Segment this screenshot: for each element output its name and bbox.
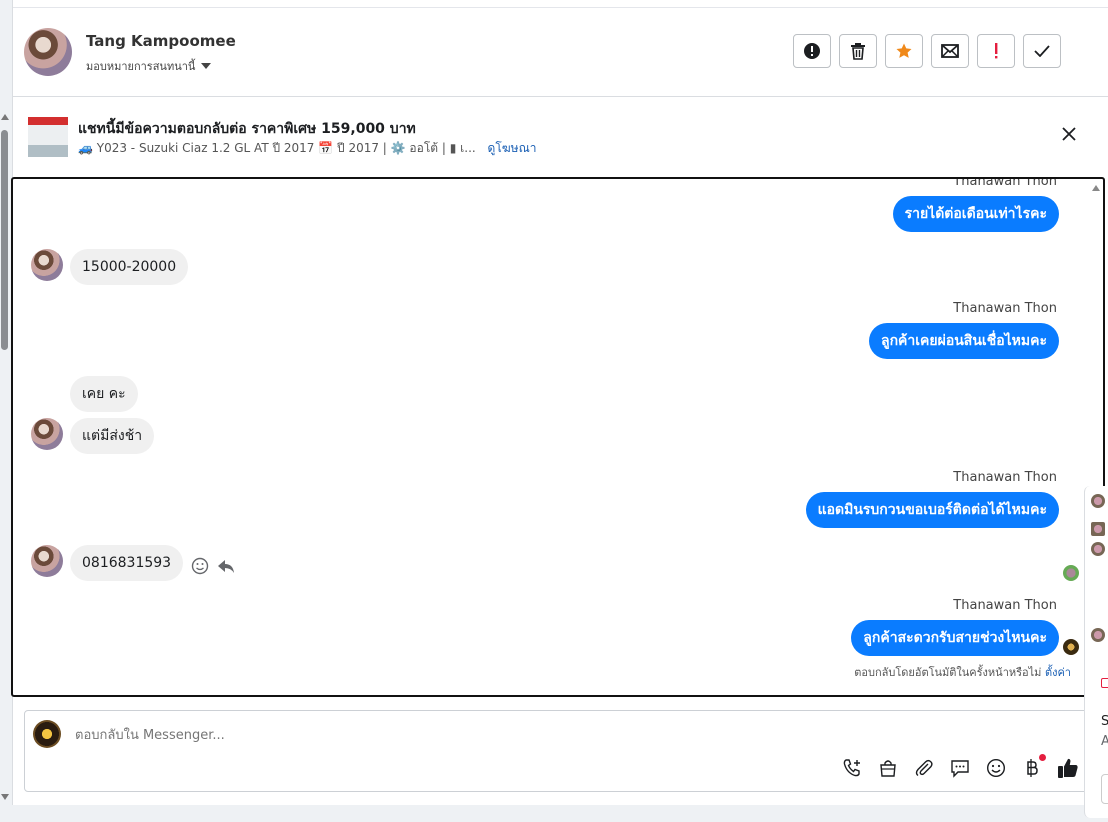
page-avatar — [33, 720, 61, 748]
auto-reply-settings-link[interactable]: ตั้งค่า — [1045, 666, 1071, 679]
report-button[interactable] — [793, 34, 831, 68]
left-scrollbar[interactable] — [0, 110, 10, 800]
message-actions — [191, 557, 235, 575]
assign-conversation-dropdown[interactable]: มอบหมายการสนทนานี้ — [86, 57, 212, 75]
contact-avatar[interactable] — [31, 249, 63, 281]
ad-context-bar: แชทนี้มีข้อความตอบกลับต่อ ราคาพิเศษ 159,… — [12, 97, 1108, 175]
side-text: S — [1101, 714, 1108, 729]
side-button[interactable] — [1101, 774, 1108, 804]
emoji-react-icon[interactable] — [191, 557, 209, 575]
side-text: A — [1101, 734, 1108, 749]
scroll-thumb[interactable] — [1, 130, 8, 350]
side-avatar — [1091, 494, 1105, 508]
check-icon — [1034, 45, 1050, 57]
side-panel[interactable]: S A — [1084, 486, 1108, 818]
view-ad-link[interactable]: ดูโฆษณา — [488, 141, 537, 155]
ad-description: 🚙 Y023 - Suzuki Ciaz 1.2 GL AT ปี 2017 📅… — [78, 141, 476, 155]
mark-unread-button[interactable] — [931, 34, 969, 68]
sender-name: Thanawan Thon — [953, 177, 1057, 189]
header-actions — [793, 34, 1061, 68]
side-thumbnail — [1091, 522, 1105, 536]
alert-circle-icon — [804, 43, 820, 59]
contact-name[interactable]: Tang Kampoomee — [86, 32, 236, 50]
star-button[interactable] — [885, 34, 923, 68]
composer-tools — [841, 754, 1079, 779]
sender-name: Thanawan Thon — [953, 598, 1057, 613]
call-add-icon[interactable] — [841, 757, 863, 779]
ad-subtitle: 🚙 Y023 - Suzuki Ciaz 1.2 GL AT ปี 2017 📅… — [78, 139, 536, 158]
contact-avatar[interactable] — [31, 418, 63, 450]
incoming-message[interactable]: 15000-20000 — [70, 249, 189, 285]
avatar[interactable] — [24, 28, 72, 76]
conversation-header: Tang Kampoomee มอบหมายการสนทนานี้ — [12, 8, 1108, 97]
sender-name: Thanawan Thon — [953, 470, 1057, 485]
side-avatar — [1091, 628, 1105, 642]
auto-reply-text: ตอบกลับโดยอัตโนมัติในครั้งหน้าหรือไม่ — [854, 666, 1042, 679]
done-button[interactable] — [1023, 34, 1061, 68]
contact-avatar[interactable] — [31, 545, 63, 577]
star-icon — [896, 43, 912, 58]
shopping-bag-icon[interactable] — [877, 757, 899, 779]
baht-icon[interactable] — [1021, 754, 1046, 779]
emoji-icon[interactable] — [985, 757, 1007, 779]
ad-thumbnail[interactable] — [28, 117, 68, 157]
scroll-up-arrow[interactable] — [1, 114, 9, 120]
saved-reply-icon[interactable] — [949, 757, 971, 779]
incoming-message[interactable]: แต่มีส่งช้า — [70, 418, 155, 454]
sender-name: Thanawan Thon — [953, 301, 1057, 316]
assign-label: มอบหมายการสนทนานี้ — [86, 60, 196, 73]
reply-composer — [24, 710, 1094, 792]
thread-scroll-up-arrow[interactable] — [1092, 185, 1100, 191]
message-thread[interactable]: Thanawan Thon รายได้ต่อเดือนเท่าไรคะ 150… — [11, 177, 1105, 697]
reply-icon[interactable] — [217, 557, 235, 575]
thumbs-up-icon[interactable] — [1057, 757, 1079, 779]
incoming-message[interactable]: 0816831593 — [70, 545, 184, 581]
outgoing-message[interactable]: แอดมินรบกวนขอเบอร์ติดต่อได้ไหมคะ — [805, 492, 1059, 528]
exclamation-icon — [995, 43, 998, 59]
message-input[interactable] — [73, 727, 777, 744]
side-avatar — [1091, 542, 1105, 556]
scroll-down-arrow[interactable] — [1, 794, 9, 800]
envelope-icon — [941, 44, 959, 58]
ad-title: แชทนี้มีข้อความตอบกลับต่อ ราคาพิเศษ 159,… — [78, 121, 416, 137]
outgoing-message[interactable]: รายได้ต่อเดือนเท่าไรคะ — [892, 196, 1059, 232]
auto-reply-prompt: ตอบกลับโดยอัตโนมัติในครั้งหน้าหรือไม่ ตั… — [854, 663, 1071, 681]
notification-dot — [1039, 754, 1046, 761]
caret-down-icon — [201, 63, 212, 69]
outgoing-message[interactable]: ลูกค้าเคยผ่อนสินเชื่อไหมคะ — [868, 323, 1059, 359]
delete-button[interactable] — [839, 34, 877, 68]
page-avatar — [1063, 639, 1079, 655]
trash-icon — [851, 43, 865, 60]
side-icon — [1101, 678, 1108, 688]
seen-avatar — [1063, 565, 1079, 581]
spam-button[interactable] — [977, 34, 1015, 68]
close-icon[interactable] — [1062, 127, 1076, 141]
paperclip-icon[interactable] — [913, 757, 935, 779]
outgoing-message[interactable]: ลูกค้าสะดวกรับสายช่วงไหนคะ — [851, 620, 1059, 656]
incoming-message[interactable]: เคย คะ — [70, 376, 138, 412]
